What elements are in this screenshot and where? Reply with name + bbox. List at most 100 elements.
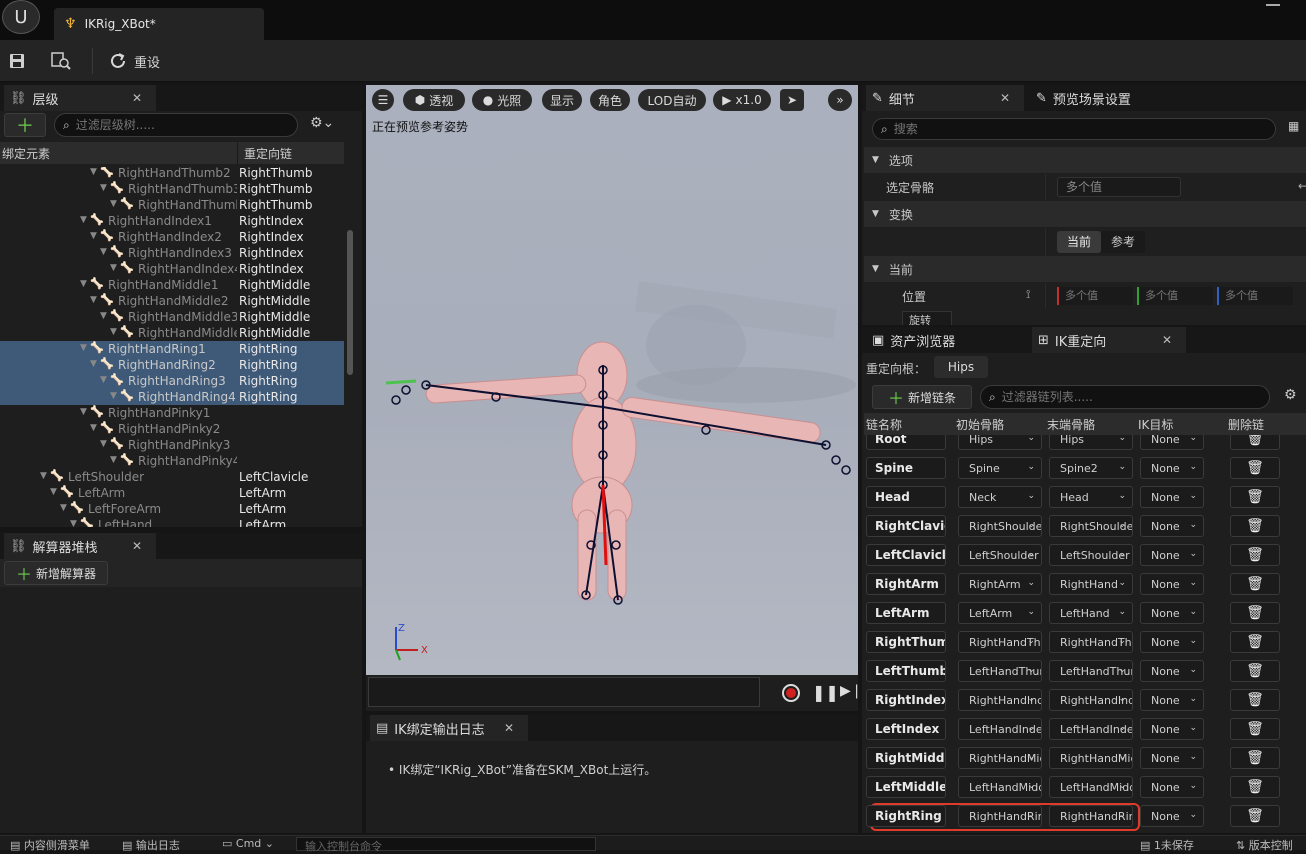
ik-goal-dropdown[interactable]: None ⌄ bbox=[1140, 602, 1204, 624]
col-chain-name[interactable]: 链名称 bbox=[866, 416, 902, 433]
ik-goal-dropdown[interactable]: None ⌄ bbox=[1140, 631, 1204, 653]
end-bone-dropdown[interactable]: Spine2 ⌄ bbox=[1049, 457, 1133, 479]
delete-chain-trash-icon[interactable]: 🗑 bbox=[1230, 602, 1280, 624]
ik-goal-dropdown[interactable]: None ⌄ bbox=[1140, 660, 1204, 682]
start-bone-dropdown[interactable]: Neck ⌄ bbox=[958, 486, 1042, 508]
console-input[interactable]: 输入控制台命令 bbox=[296, 837, 596, 853]
ik-goal-dropdown[interactable]: None ⌄ bbox=[1140, 805, 1204, 827]
delete-chain-trash-icon[interactable]: 🗑 bbox=[1230, 660, 1280, 682]
expand-triangle-icon[interactable]: ▼ bbox=[80, 279, 87, 289]
content-drawer-button[interactable]: ▤ 内容侧滑菜单 bbox=[10, 837, 90, 853]
end-bone-dropdown[interactable]: RightHandRing4⌄ bbox=[1049, 805, 1133, 827]
cmd-dropdown[interactable]: ▭ Cmd ⌄ bbox=[222, 837, 274, 850]
details-search[interactable]: ⌕ bbox=[872, 118, 1276, 140]
chain-name-field[interactable]: LeftIndex bbox=[866, 718, 946, 740]
chain-name-field[interactable]: Spine bbox=[866, 457, 946, 479]
category-transform[interactable]: ▼ 变换 bbox=[864, 201, 1306, 227]
hierarchy-row[interactable]: ▼ 🦴 RightHandRing1 RightRing bbox=[0, 341, 344, 357]
tab-asset-browser[interactable]: ▣ 资产浏览器 bbox=[866, 327, 1026, 353]
chain-name-field[interactable]: RightIndex bbox=[866, 689, 946, 711]
chain-name-field[interactable]: RightRing bbox=[866, 805, 946, 827]
delete-chain-trash-icon[interactable]: 🗑 bbox=[1230, 776, 1280, 798]
expand-triangle-icon[interactable]: ▼ bbox=[110, 263, 117, 273]
start-bone-dropdown[interactable]: RightHandThumb1⌄ bbox=[958, 631, 1042, 653]
hierarchy-row[interactable]: ▼ 🦴 RightHandThumb3 RightThumb bbox=[0, 181, 344, 197]
category-options[interactable]: ▼ 选项 bbox=[864, 147, 1306, 173]
chain-name-field[interactable]: LeftArm bbox=[866, 602, 946, 624]
delete-chain-trash-icon[interactable]: 🗑 bbox=[1230, 515, 1280, 537]
chain-name-field[interactable]: LeftClavicle bbox=[866, 544, 946, 566]
hierarchy-row[interactable]: ▼ 🦴 RightHandIndex4 RightIndex bbox=[0, 261, 344, 277]
ik-goal-dropdown[interactable]: None ⌄ bbox=[1140, 544, 1204, 566]
start-bone-dropdown[interactable]: Hips ⌄ bbox=[958, 435, 1042, 450]
save-button[interactable] bbox=[8, 48, 26, 74]
col-start-bone[interactable]: 初始骨骼 bbox=[956, 416, 1004, 433]
details-search-input[interactable] bbox=[893, 122, 1275, 136]
expand-triangle-icon[interactable]: ▼ bbox=[80, 343, 87, 353]
expand-triangle-icon[interactable]: ▼ bbox=[110, 199, 117, 209]
chain-name-field[interactable]: RightThumb bbox=[866, 631, 946, 653]
delete-chain-trash-icon[interactable]: 🗑 bbox=[1230, 805, 1280, 827]
retarget-root-value[interactable]: Hips bbox=[934, 356, 988, 378]
tab-preview-scene[interactable]: ✎ 预览场景设置 bbox=[1030, 85, 1170, 111]
settings-gear-icon[interactable]: ⚙ bbox=[1284, 387, 1297, 403]
hierarchy-row[interactable]: ▼ 🦴 RightHandIndex2 RightIndex bbox=[0, 229, 344, 245]
chain-filter[interactable]: ⌕ bbox=[980, 385, 1270, 409]
hierarchy-row[interactable]: ▼🦴 RightHandMiddle4RightMiddle bbox=[0, 325, 344, 341]
col-ik-goal[interactable]: IK目标 bbox=[1138, 416, 1173, 433]
delete-chain-trash-icon[interactable]: 🗑 bbox=[1230, 689, 1280, 711]
delete-chain-trash-icon[interactable]: 🗑 bbox=[1230, 457, 1280, 479]
tab-hierarchy[interactable]: ⛓ 层级 ✕ bbox=[4, 85, 156, 111]
close-icon[interactable]: ✕ bbox=[1000, 91, 1010, 105]
expand-triangle-icon[interactable]: ▼ bbox=[100, 247, 107, 257]
col-chain-header[interactable]: 重定向链 bbox=[244, 145, 292, 162]
start-bone-dropdown[interactable]: LeftHandIndex1⌄ bbox=[958, 718, 1042, 740]
rotation-dropdown[interactable]: 旋转 bbox=[902, 311, 952, 325]
end-bone-dropdown[interactable]: Hips ⌄ bbox=[1049, 435, 1133, 450]
document-tab[interactable]: ♆ IKRig_XBot* bbox=[54, 8, 264, 40]
reference-toggle-button[interactable]: 参考 bbox=[1101, 231, 1145, 253]
hierarchy-row[interactable]: ▼ 🦴 RightHandRing4 RightRing bbox=[0, 389, 344, 405]
col-delete[interactable]: 删除链 bbox=[1228, 416, 1264, 433]
end-bone-dropdown[interactable]: LeftHandIndex4⌄ bbox=[1049, 718, 1133, 740]
ik-goal-dropdown[interactable]: None ⌄ bbox=[1140, 486, 1204, 508]
hierarchy-filter[interactable]: ⌕ bbox=[54, 113, 298, 137]
delete-chain-trash-icon[interactable]: 🗑 bbox=[1230, 573, 1280, 595]
ik-goal-dropdown[interactable]: None ⌄ bbox=[1140, 515, 1204, 537]
chain-filter-input[interactable] bbox=[1001, 390, 1269, 404]
current-toggle-button[interactable]: 当前 bbox=[1057, 231, 1101, 253]
start-bone-dropdown[interactable]: RightHandMiddle1⌄ bbox=[958, 747, 1042, 769]
ik-goal-dropdown[interactable]: None ⌄ bbox=[1140, 689, 1204, 711]
col-bone-header[interactable]: 绑定元素 bbox=[2, 145, 50, 162]
hierarchy-row[interactable]: ▼ 🦴 RightHandMiddle2 RightMiddle bbox=[0, 293, 344, 309]
browse-asset-button[interactable] bbox=[50, 48, 72, 74]
end-bone-dropdown[interactable]: LeftHandMiddle4⌄ bbox=[1049, 776, 1133, 798]
expand-triangle-icon[interactable]: ▼ bbox=[110, 327, 117, 337]
hierarchy-row[interactable]: ▼ 🦴 RightHandIndex3 RightIndex bbox=[0, 245, 344, 261]
location-z-field[interactable]: 多个值 bbox=[1217, 287, 1293, 305]
end-bone-dropdown[interactable]: RightHand ⌄ bbox=[1049, 573, 1133, 595]
end-bone-dropdown[interactable]: LeftHandThumb4⌄ bbox=[1049, 660, 1133, 682]
chain-name-field[interactable]: LeftMiddle bbox=[866, 776, 946, 798]
col-end-bone[interactable]: 末端骨骼 bbox=[1047, 416, 1095, 433]
selected-bone-value[interactable]: 多个值 bbox=[1057, 177, 1181, 197]
delete-chain-trash-icon[interactable]: 🗑 bbox=[1230, 747, 1280, 769]
tab-ik-retarget[interactable]: ⊞ IK重定向 ✕ bbox=[1032, 327, 1186, 353]
start-bone-dropdown[interactable]: LeftHandMiddle1⌄ bbox=[958, 776, 1042, 798]
delete-chain-trash-icon[interactable]: 🗑 bbox=[1230, 435, 1280, 450]
ik-goal-dropdown[interactable]: None ⌄ bbox=[1140, 573, 1204, 595]
category-current[interactable]: ▼ 当前 bbox=[864, 256, 1306, 282]
end-bone-dropdown[interactable]: Head ⌄ bbox=[1049, 486, 1133, 508]
ik-goal-dropdown[interactable]: None ⌄ bbox=[1140, 435, 1204, 450]
expand-triangle-icon[interactable]: ▼ bbox=[80, 407, 87, 417]
location-y-field[interactable]: 多个值 bbox=[1137, 287, 1213, 305]
hierarchy-scrollbar[interactable] bbox=[347, 230, 353, 375]
add-chain-button[interactable]: ＋ 新增链条 bbox=[872, 385, 972, 409]
delete-chain-trash-icon[interactable]: 🗑 bbox=[1230, 718, 1280, 740]
start-bone-dropdown[interactable]: LeftShoulder ⌄ bbox=[958, 544, 1042, 566]
end-bone-dropdown[interactable]: LeftShoulder ⌄ bbox=[1049, 544, 1133, 566]
end-bone-dropdown[interactable]: RightHandMiddle4⌄ bbox=[1049, 747, 1133, 769]
close-icon[interactable]: ✕ bbox=[1162, 333, 1172, 347]
ik-goal-dropdown[interactable]: None ⌄ bbox=[1140, 718, 1204, 740]
source-control-button[interactable]: ⇅ 版本控制 bbox=[1236, 837, 1293, 853]
